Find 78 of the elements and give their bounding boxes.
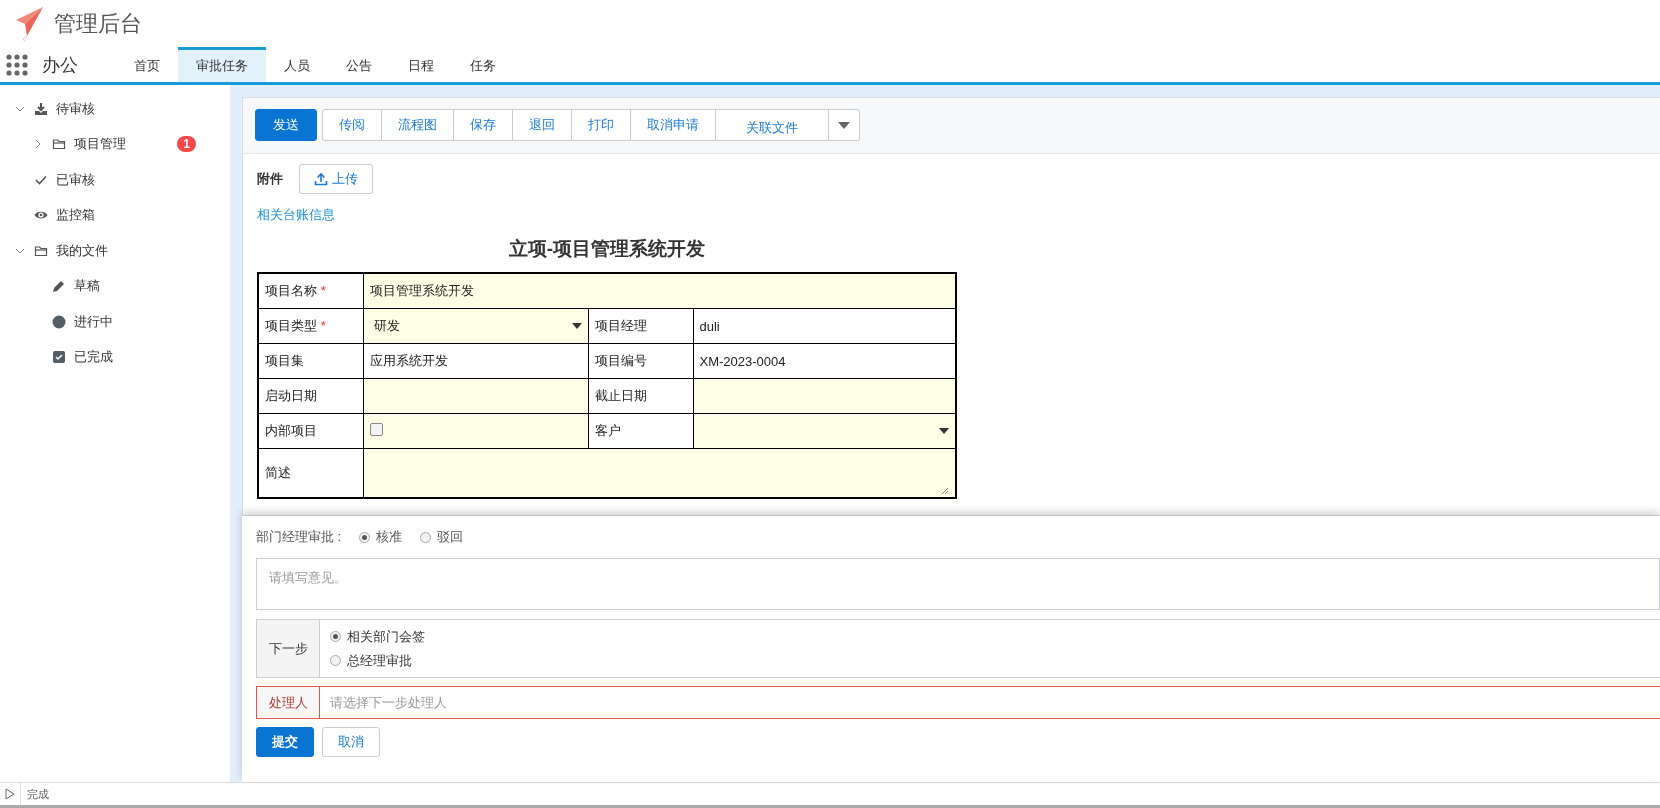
field-label: 启动日期 xyxy=(258,378,363,414)
nav-tab[interactable]: 任务 xyxy=(452,47,514,82)
module-title: 办公 xyxy=(42,53,78,77)
opinion-field[interactable]: 请填写意见。 xyxy=(256,558,1660,610)
sidebar-item[interactable]: 项目管理 1 xyxy=(0,126,230,162)
field-label: 内部项目 xyxy=(258,413,363,449)
form-field[interactable] xyxy=(363,378,588,414)
sidebar-item[interactable]: 已审核 xyxy=(0,162,230,198)
app-grid-icon[interactable] xyxy=(6,53,28,76)
nav-tab[interactable]: 审批任务 xyxy=(178,47,266,82)
app-title: 管理后台 xyxy=(54,9,142,38)
field-label: 项目经理 xyxy=(588,308,693,344)
toolbar-button[interactable]: 发送 xyxy=(255,109,317,141)
toolbar-button[interactable]: 流程图 xyxy=(382,109,454,141)
paper-plane-logo-icon xyxy=(14,5,44,42)
checkbox[interactable] xyxy=(369,423,383,436)
select-value: 研发 xyxy=(372,317,400,335)
folder-icon xyxy=(34,243,48,258)
pencil-icon xyxy=(52,279,66,294)
field-label: 项目编号 xyxy=(588,343,693,379)
form-field[interactable] xyxy=(693,413,956,449)
resize-handle-icon xyxy=(941,487,949,495)
form-field[interactable] xyxy=(363,448,956,498)
sidebar-item[interactable]: 进行中 xyxy=(0,304,230,340)
field-value: 应用系统开发 xyxy=(369,353,448,368)
cancel-button[interactable]: 取消 xyxy=(322,727,380,757)
sidebar-item[interactable]: 我的文件 xyxy=(0,233,230,269)
dropdown-caret-icon xyxy=(571,323,582,329)
radio-option[interactable]: 驳回 xyxy=(420,528,464,546)
sidebar-item[interactable]: 草稿 xyxy=(0,268,230,304)
radio-option[interactable]: 核准 xyxy=(359,528,403,546)
field-label: 项目名称 * xyxy=(258,273,363,309)
nav-tab[interactable]: 日程 xyxy=(390,47,452,82)
form-field[interactable]: 研发 xyxy=(363,308,588,344)
form-field[interactable] xyxy=(363,413,588,449)
form-field[interactable]: 项目管理系统开发 xyxy=(363,273,956,309)
field-label: 项目集 xyxy=(258,343,363,379)
sidebar-item[interactable]: 已完成 xyxy=(0,339,230,375)
download-icon xyxy=(34,101,48,116)
field-value: 项目管理系统开发 xyxy=(369,283,474,298)
folder-icon xyxy=(52,137,66,152)
sidebar-item[interactable]: 监控箱 xyxy=(0,197,230,233)
play-icon xyxy=(5,788,15,800)
nav-tab[interactable]: 人员 xyxy=(266,47,328,82)
dot-icon xyxy=(52,314,66,329)
count-badge: 1 xyxy=(177,136,196,153)
toolbar-button[interactable]: 取消申请 xyxy=(631,109,716,141)
submit-button[interactable]: 提交 xyxy=(256,727,314,757)
toolbar-button[interactable]: 退回 xyxy=(513,109,572,141)
field-value: XM-2023-0004 xyxy=(699,353,786,369)
nav-tab[interactable]: 公告 xyxy=(328,47,390,82)
field-label: 项目类型 * xyxy=(258,308,363,344)
sidebar-item[interactable]: 待审核 xyxy=(0,91,230,127)
field-label: 客户 xyxy=(588,413,693,449)
upload-icon xyxy=(314,172,328,186)
upload-button[interactable]: 上传 xyxy=(299,164,373,194)
caret-icon xyxy=(838,121,850,129)
radio-option[interactable]: 相关部门会签 xyxy=(330,627,425,646)
toolbar-button[interactable]: 传阅 xyxy=(322,109,382,141)
status-text: 完成 xyxy=(27,786,49,802)
chevron-right-icon xyxy=(33,139,43,150)
nav-tab[interactable]: 首页 xyxy=(116,47,178,82)
radio-option[interactable]: 总经理审批 xyxy=(330,651,425,670)
toolbar-button[interactable]: 打印 xyxy=(572,109,631,141)
checkbox-icon xyxy=(52,350,66,365)
dropdown-caret-icon xyxy=(939,428,949,434)
more-dropdown-button[interactable] xyxy=(829,109,860,141)
approval-label: 部门经理审批 : xyxy=(256,528,342,546)
attachment-label: 附件 xyxy=(257,170,283,188)
field-label: 截止日期 xyxy=(588,378,693,414)
toolbar-button[interactable]: 保存 xyxy=(454,109,513,141)
form-field[interactable]: 应用系统开发 xyxy=(363,343,588,379)
field-value: duli xyxy=(699,318,720,334)
form-field[interactable] xyxy=(693,378,956,414)
ledger-link[interactable]: 相关台账信息 xyxy=(257,206,335,224)
form-title: 立项-项目管理系统开发 xyxy=(507,237,707,261)
toolbar-button[interactable]: 关联文件 xyxy=(716,109,829,141)
next-step-label: 下一步 xyxy=(257,620,320,677)
